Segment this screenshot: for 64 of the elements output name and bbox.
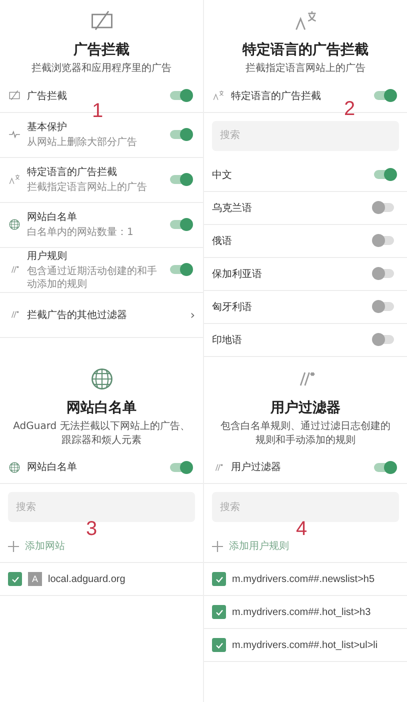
rule-text: m.mydrivers.com##.hot_list>ul>li: [232, 640, 378, 650]
checkmark-icon[interactable]: [10, 574, 20, 584]
screen-subtitle: 拦截指定语言网站上的广告: [244, 62, 366, 76]
toggle-switch[interactable]: [168, 263, 193, 276]
rule-text: m.mydrivers.com##.hot_list>h3: [232, 606, 371, 618]
search-field[interactable]: 搜索: [212, 492, 399, 522]
toggle-switch[interactable]: [168, 89, 193, 102]
toggle-switch[interactable]: [168, 460, 193, 474]
setting-label: 广告拦截: [27, 90, 68, 102]
panel-number: 2: [344, 98, 356, 121]
globe-icon: [8, 218, 21, 231]
globe-icon: [8, 460, 21, 474]
translate-icon: [212, 89, 225, 102]
setting-description: 从网站上删除大部分广告: [27, 136, 138, 149]
setting-label: 特定语言的广告拦截: [231, 90, 322, 102]
panel-number: 1: [92, 100, 104, 123]
search-field[interactable]: 搜索: [8, 492, 195, 522]
checkmark-icon[interactable]: [214, 608, 224, 616]
search-field[interactable]: 搜索: [212, 120, 399, 150]
setting-label: 中文: [212, 168, 233, 182]
toggle-switch[interactable]: [168, 218, 193, 231]
setting-description: 拦截指定语言网站上的广告: [27, 181, 148, 194]
setting-label: 保加利亚语: [212, 268, 263, 280]
screen-title: 用户过滤器: [270, 399, 340, 417]
checkmark-icon[interactable]: [214, 574, 224, 584]
plus-icon[interactable]: [212, 540, 223, 552]
site-letter-badge: A: [28, 572, 42, 586]
setting-label: 用户过滤器: [231, 460, 282, 474]
setting-label: 网站白名单: [27, 460, 78, 474]
toggle-switch[interactable]: [372, 168, 397, 181]
checkmark-icon[interactable]: [214, 640, 224, 650]
setting-label: 基本保护: [27, 120, 68, 134]
toggle-switch[interactable]: [372, 460, 397, 474]
crossed-screen-icon: [8, 89, 21, 102]
setting-label: 用户规则: [27, 250, 68, 262]
checkbox[interactable]: [212, 572, 226, 586]
setting-label: 印地语: [212, 334, 243, 346]
plus-icon[interactable]: [8, 540, 19, 552]
toggle-switch[interactable]: [372, 89, 397, 102]
screen-subtitle: AdGuard 无法拦截以下网站上的广告、跟踪器和烦人元素: [12, 420, 191, 447]
pulse-icon: [8, 128, 21, 141]
translate-icon: [8, 173, 21, 186]
toggle-switch[interactable]: [168, 128, 193, 141]
rule-text: m.mydrivers.com##.newslist>h5: [232, 574, 375, 584]
screen-title: 网站白名单: [66, 399, 136, 417]
rule-text: local.adguard.org: [48, 574, 126, 584]
checkbox[interactable]: [212, 638, 226, 652]
screen-title: 广告拦截: [74, 41, 130, 59]
setting-label: 网站白名单: [27, 210, 78, 224]
setting-label: 乌克兰语: [212, 202, 253, 214]
setting-description: 包含通过近期活动创建的和手动添加的规则: [27, 264, 158, 290]
screen-title: 特定语言的广告拦截: [242, 41, 368, 59]
setting-description: 白名单内的网站数量：1: [27, 226, 134, 239]
checkbox[interactable]: [8, 572, 22, 586]
checkbox[interactable]: [212, 605, 226, 619]
screen-subtitle: 拦截浏览器和应用程序里的广告: [30, 62, 172, 76]
screen-subtitle: 包含白名单规则、通过过滤日志创建的规则和手动添加的规则: [220, 420, 392, 447]
setting-label: 匈牙利语: [212, 300, 253, 314]
globe-icon: [88, 366, 114, 392]
chevron-icon[interactable]: ›: [190, 308, 195, 320]
setting-label: 特定语言的广告拦截: [27, 166, 118, 179]
setting-label: 俄语: [212, 234, 233, 248]
setting-label[interactable]: 拦截广告的其他过滤器: [27, 308, 184, 322]
toggle-switch[interactable]: [168, 173, 193, 186]
